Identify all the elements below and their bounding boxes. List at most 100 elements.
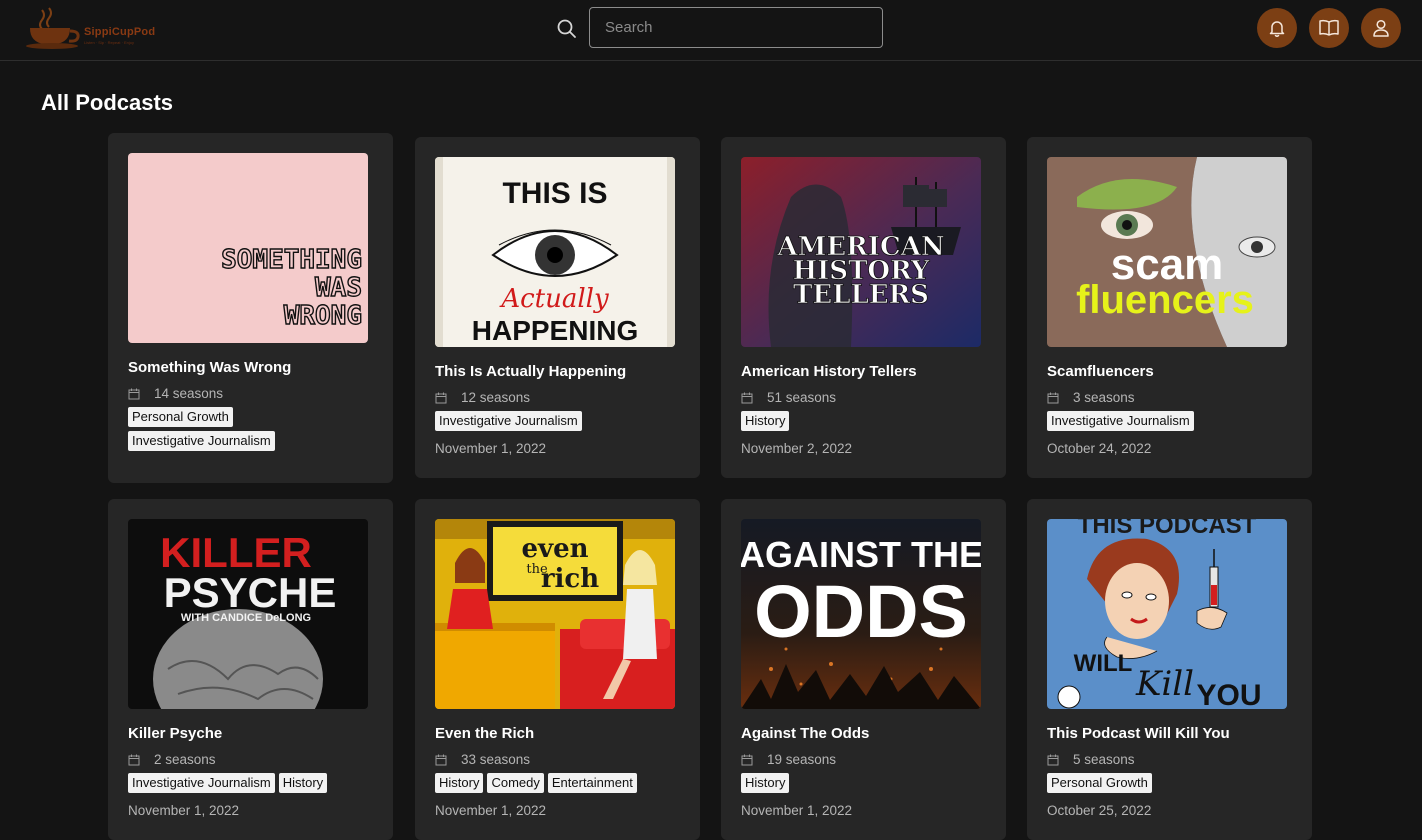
podcast-title: Killer Psyche bbox=[128, 725, 223, 742]
season-count: 5 seasons bbox=[1047, 752, 1135, 767]
notifications-button[interactable] bbox=[1257, 8, 1297, 48]
network-logo-icon bbox=[1057, 685, 1081, 709]
podcast-cover-image[interactable]: THIS IS Actually HAPPENING bbox=[435, 157, 675, 347]
season-count-text: 3 seasons bbox=[1073, 390, 1135, 405]
cover-text: WRONG bbox=[284, 301, 362, 331]
podcast-title: This Is Actually Happening bbox=[435, 363, 627, 380]
genre-tags: History bbox=[741, 411, 991, 435]
genre-tag[interactable]: History bbox=[741, 773, 790, 793]
calendar-icon bbox=[435, 754, 447, 765]
podcast-cover-image[interactable]: AMERICAN HISTORY TELLERS bbox=[741, 157, 981, 347]
genre-tags: Investigative Journalism bbox=[435, 411, 685, 435]
genre-tag[interactable]: Comedy bbox=[487, 773, 544, 793]
cover-text: WILL bbox=[1074, 650, 1133, 677]
cover-text: TELLERS bbox=[793, 280, 929, 310]
calendar-icon bbox=[128, 388, 140, 399]
cover-text: SOMETHING bbox=[221, 245, 362, 275]
podcast-cover-image[interactable]: even the rich bbox=[435, 519, 675, 709]
app-logo[interactable]: SippiCupPod Listen · Sip · Repeat · Enjo… bbox=[24, 6, 184, 50]
cover-text: YOU bbox=[1196, 679, 1261, 709]
cover-text: even bbox=[521, 534, 588, 564]
podcast-cover-image[interactable]: KILLER PSYCHE WITH CANDICE DeLONG bbox=[128, 519, 368, 709]
podcast-cover-image[interactable]: scam fluencers bbox=[1047, 157, 1287, 347]
genre-tag[interactable]: Personal Growth bbox=[128, 407, 233, 427]
genre-tags: Personal Growth Investigative Journalism bbox=[128, 407, 378, 455]
podcast-cover-image[interactable]: SOMETHING WAS WRONG bbox=[128, 153, 368, 343]
search-input[interactable] bbox=[589, 7, 883, 48]
podcast-cover-image[interactable]: AGAINST THE ODDS bbox=[741, 519, 981, 709]
cover-artwork: AMERICAN HISTORY TELLERS bbox=[741, 157, 981, 347]
season-count-text: 19 seasons bbox=[767, 752, 837, 767]
app-logo-tagline: Listen · Sip · Repeat · Enjoy bbox=[84, 40, 135, 45]
cover-artwork: THIS IS Actually HAPPENING bbox=[435, 157, 675, 347]
podcast-title: American History Tellers bbox=[741, 363, 917, 380]
cover-text: AGAINST THE bbox=[741, 534, 981, 575]
podcast-title: Something Was Wrong bbox=[128, 359, 292, 376]
release-date: October 24, 2022 bbox=[1047, 441, 1152, 456]
season-count-text: 51 seasons bbox=[767, 390, 837, 405]
genre-tag[interactable]: Investigative Journalism bbox=[128, 773, 275, 793]
calendar-icon bbox=[435, 392, 447, 403]
podcast-title: Scamfluencers bbox=[1047, 363, 1154, 380]
genre-tag[interactable]: Investigative Journalism bbox=[1047, 411, 1194, 431]
genre-tag[interactable]: Personal Growth bbox=[1047, 773, 1152, 793]
cover-artwork: scam fluencers bbox=[1047, 157, 1287, 347]
genre-tag[interactable]: History bbox=[278, 773, 328, 793]
calendar-icon bbox=[741, 754, 753, 765]
podcast-title: Even the Rich bbox=[435, 725, 535, 742]
genre-tag[interactable]: Entertainment bbox=[547, 773, 637, 793]
cover-text: WAS bbox=[315, 273, 362, 303]
cover-text: HAPPENING bbox=[472, 315, 638, 346]
calendar-icon bbox=[741, 392, 753, 403]
cover-text: Actually bbox=[499, 284, 609, 314]
season-count: 33 seasons bbox=[435, 752, 530, 767]
podcast-title: Against The Odds bbox=[741, 725, 870, 742]
coffee-cup-logo-icon bbox=[26, 7, 80, 49]
season-count-text: 5 seasons bbox=[1073, 752, 1135, 767]
cover-artwork: SOMETHING WAS WRONG bbox=[128, 153, 368, 343]
podcast-card[interactable]: even the rich Even the Rich 33 seasons H… bbox=[415, 499, 700, 840]
release-date: November 1, 2022 bbox=[741, 803, 853, 818]
genre-tags: Investigative Journalism bbox=[1047, 411, 1297, 435]
genre-tag[interactable]: History bbox=[435, 773, 484, 793]
search-icon[interactable] bbox=[556, 18, 578, 40]
podcast-card[interactable]: THIS PODCAST WILL Kill YOU This Podcast … bbox=[1027, 499, 1312, 840]
genre-tag[interactable]: Investigative Journalism bbox=[435, 411, 582, 431]
library-button[interactable] bbox=[1309, 8, 1349, 48]
podcast-cover-image[interactable]: THIS PODCAST WILL Kill YOU bbox=[1047, 519, 1287, 709]
cover-text: THIS IS bbox=[502, 177, 607, 210]
book-icon bbox=[1319, 19, 1339, 36]
season-count: 14 seasons bbox=[128, 386, 223, 401]
release-date: November 1, 2022 bbox=[435, 441, 547, 456]
release-date: November 2, 2022 bbox=[741, 441, 853, 456]
podcast-card[interactable]: KILLER PSYCHE WITH CANDICE DeLONG Killer… bbox=[108, 499, 393, 840]
genre-tag[interactable]: History bbox=[741, 411, 790, 431]
bell-icon bbox=[1269, 21, 1285, 37]
podcast-card[interactable]: scam fluencers Scamfluencers 3 seasons I… bbox=[1027, 137, 1312, 478]
cover-text: Kill bbox=[1135, 664, 1194, 704]
cover-text: ODDS bbox=[754, 570, 968, 653]
genre-tags: History Comedy Entertainment bbox=[435, 773, 685, 797]
genre-tags: History bbox=[741, 773, 991, 797]
cover-artwork: THIS PODCAST WILL Kill YOU bbox=[1047, 519, 1287, 709]
top-navigation-bar: SippiCupPod Listen · Sip · Repeat · Enjo… bbox=[0, 0, 1422, 61]
podcast-card[interactable]: SOMETHING WAS WRONG Something Was Wrong … bbox=[108, 133, 393, 483]
cover-text: rich bbox=[541, 564, 599, 594]
genre-tags: Personal Growth bbox=[1047, 773, 1297, 797]
profile-button[interactable] bbox=[1361, 8, 1401, 48]
podcast-card[interactable]: AMERICAN HISTORY TELLERS American Histor… bbox=[721, 137, 1006, 478]
cover-artwork: KILLER PSYCHE WITH CANDICE DeLONG bbox=[128, 519, 368, 709]
release-date: October 25, 2022 bbox=[1047, 803, 1152, 818]
genre-tag[interactable]: Investigative Journalism bbox=[128, 431, 275, 451]
podcast-title: This Podcast Will Kill You bbox=[1047, 725, 1230, 742]
podcast-card[interactable]: THIS IS Actually HAPPENING This Is Actua… bbox=[415, 137, 700, 478]
podcast-card[interactable]: AGAINST THE ODDS Against The Odds 19 sea… bbox=[721, 499, 1006, 840]
app-logo-text: SippiCupPod bbox=[84, 26, 156, 38]
cover-text: PSYCHE bbox=[164, 569, 337, 616]
page-title: All Podcasts bbox=[41, 90, 174, 115]
calendar-icon bbox=[1047, 392, 1059, 403]
season-count-text: 12 seasons bbox=[461, 390, 531, 405]
cover-artwork: even the rich bbox=[435, 519, 675, 709]
season-count-text: 33 seasons bbox=[461, 752, 531, 767]
genre-tags: Investigative Journalism History bbox=[128, 773, 378, 797]
